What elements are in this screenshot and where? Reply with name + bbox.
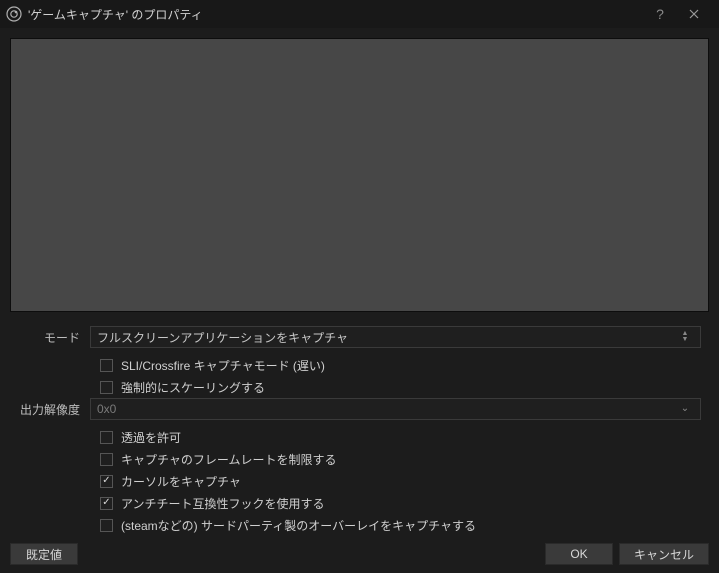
capture-cursor-checkbox[interactable] — [100, 475, 113, 488]
resolution-select[interactable]: 0x0 ⌄ — [90, 398, 701, 420]
ok-button[interactable]: OK — [545, 543, 613, 565]
capture-cursor-label[interactable]: カーソルをキャプチャ — [121, 473, 241, 490]
anticheat-hook-label[interactable]: アンチチート互換性フックを使用する — [121, 495, 325, 512]
mode-select[interactable]: フルスクリーンアプリケーションをキャプチャ ▲▼ — [90, 326, 701, 348]
limit-framerate-checkbox[interactable] — [100, 453, 113, 466]
help-button[interactable]: ? — [643, 0, 677, 28]
capture-overlays-checkbox[interactable] — [100, 519, 113, 532]
window-title: 'ゲームキャプチャ' のプロパティ — [28, 6, 643, 23]
mode-label: モード — [18, 329, 90, 346]
capture-overlays-label[interactable]: (steamなどの) サードパーティ製のオーバーレイをキャプチャする — [121, 517, 476, 534]
allow-transparency-label[interactable]: 透過を許可 — [121, 429, 181, 446]
resolution-value: 0x0 — [97, 402, 676, 416]
defaults-button[interactable]: 既定値 — [10, 543, 78, 565]
limit-framerate-label[interactable]: キャプチャのフレームレートを制限する — [121, 451, 337, 468]
preview-area — [10, 38, 709, 312]
properties-form: モード フルスクリーンアプリケーションをキャプチャ ▲▼ SLI/Crossfi… — [4, 326, 715, 536]
mode-value: フルスクリーンアプリケーションをキャプチャ — [97, 329, 676, 346]
sli-checkbox[interactable] — [100, 359, 113, 372]
allow-transparency-checkbox[interactable] — [100, 431, 113, 444]
dialog-footer: 既定値 OK キャンセル — [0, 543, 719, 565]
updown-icon: ▲▼ — [676, 331, 694, 343]
force-scale-label[interactable]: 強制的にスケーリングする — [121, 379, 265, 396]
anticheat-hook-checkbox[interactable] — [100, 497, 113, 510]
sli-label[interactable]: SLI/Crossfire キャプチャモード (遅い) — [121, 357, 325, 374]
chevron-down-icon: ⌄ — [676, 404, 694, 414]
app-icon — [6, 6, 22, 22]
force-scale-checkbox[interactable] — [100, 381, 113, 394]
cancel-button[interactable]: キャンセル — [619, 543, 709, 565]
titlebar: 'ゲームキャプチャ' のプロパティ ? — [0, 0, 719, 28]
resolution-label: 出力解像度 — [18, 401, 90, 418]
close-button[interactable] — [677, 0, 711, 28]
